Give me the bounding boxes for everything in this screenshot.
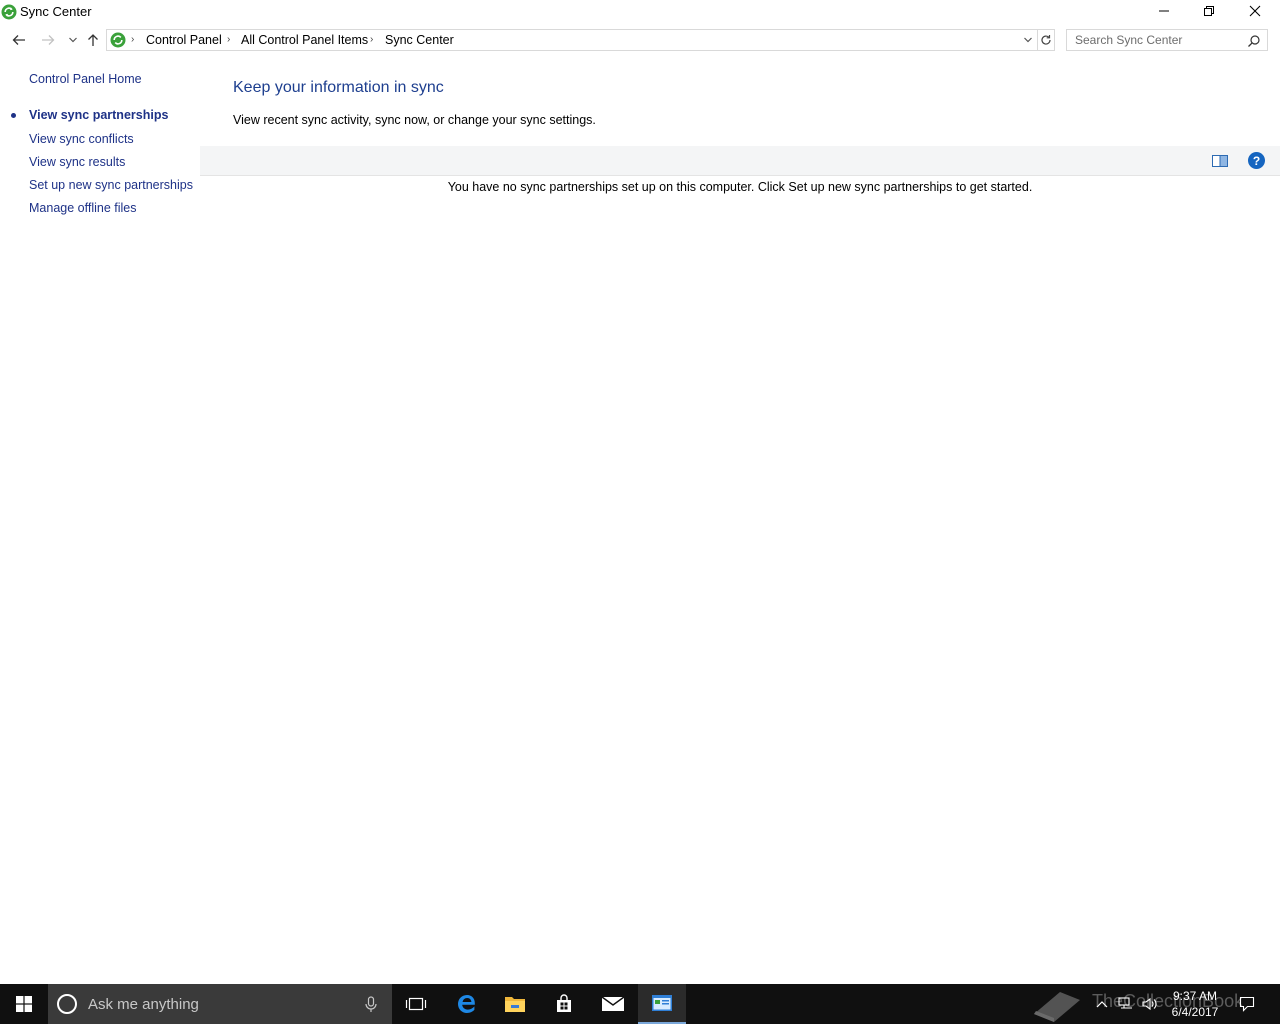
store-taskbar-button[interactable] [540, 984, 588, 1024]
cortana-search-box[interactable]: Ask me anything [48, 984, 392, 1024]
search-input[interactable] [1067, 30, 1245, 50]
close-button[interactable] [1232, 0, 1278, 22]
page-description: View recent sync activity, sync now, or … [233, 113, 596, 127]
mail-taskbar-button[interactable] [589, 984, 637, 1024]
show-hidden-icons-button[interactable] [1092, 984, 1112, 1024]
sync-center-window: Sync Center › Control Panel › All Contro… [0, 0, 1280, 984]
chevron-down-icon [69, 37, 77, 43]
chevron-down-icon [1024, 37, 1032, 43]
volume-icon [1142, 997, 1157, 1011]
book-icon [1034, 992, 1080, 1022]
task-view-icon [405, 997, 427, 1011]
volume-tray-button[interactable] [1139, 984, 1161, 1024]
navigation-bar: › Control Panel › All Control Panel Item… [0, 28, 1280, 52]
sidebar-item-view-sync-partnerships[interactable]: View sync partnerships [29, 108, 168, 122]
title-bar: Sync Center [0, 0, 1280, 24]
mail-icon [601, 996, 625, 1011]
arrow-left-icon [12, 35, 25, 45]
help-button[interactable]: ? [1248, 152, 1265, 169]
sidebar-item-view-sync-conflicts[interactable]: View sync conflicts [29, 132, 134, 146]
forward-button[interactable] [38, 30, 58, 50]
refresh-button[interactable] [1038, 29, 1055, 51]
address-bar[interactable]: › Control Panel › All Control Panel Item… [106, 29, 1038, 51]
restore-icon [1204, 6, 1214, 16]
clock-time: 9:37 AM [1172, 989, 1218, 1003]
refresh-icon [1041, 35, 1051, 45]
microphone-icon[interactable] [361, 994, 381, 1014]
control-panel-home-link[interactable]: Control Panel Home [29, 72, 142, 86]
taskbar: Ask me anything TheCollectionBook 9:37 A… [0, 984, 1280, 1024]
preview-pane-button[interactable] [1211, 153, 1229, 169]
cortana-icon [57, 994, 77, 1014]
sidebar-item-view-sync-results[interactable]: View sync results [29, 155, 125, 169]
network-tray-button[interactable] [1115, 984, 1137, 1024]
recent-locations-button[interactable] [63, 30, 83, 50]
empty-state-message: You have no sync partnerships set up on … [447, 180, 1033, 194]
store-icon [557, 994, 571, 1012]
search-box[interactable] [1066, 29, 1268, 51]
command-toolbar: ? [200, 146, 1280, 176]
restore-button[interactable] [1186, 0, 1232, 22]
clock[interactable]: 9:37 AM 6/4/2017 [1160, 988, 1230, 1020]
breadcrumb-separator-icon[interactable]: › [227, 34, 230, 45]
chevron-up-icon [1096, 1001, 1108, 1008]
clock-date: 6/4/2017 [1171, 1005, 1219, 1019]
search-icon[interactable] [1247, 34, 1261, 48]
minimize-button[interactable] [1141, 0, 1187, 22]
sidebar-item-manage-offline-files[interactable]: Manage offline files [29, 201, 136, 215]
action-center-button[interactable] [1234, 984, 1260, 1024]
control-panel-taskbar-button[interactable] [638, 984, 686, 1024]
sync-center-icon [110, 32, 126, 48]
breadcrumb-control-panel[interactable]: Control Panel [146, 33, 222, 47]
page-title: Keep your information in sync [233, 79, 444, 96]
breadcrumb-sync-center[interactable]: Sync Center [385, 33, 454, 47]
address-dropdown-button[interactable] [1021, 33, 1035, 47]
back-button[interactable] [9, 30, 29, 50]
up-button[interactable] [83, 30, 103, 50]
breadcrumb-separator-icon[interactable]: › [131, 34, 134, 45]
control-panel-icon [652, 995, 672, 1011]
edge-icon [458, 995, 475, 1013]
file-explorer-icon [505, 997, 525, 1012]
close-icon [1249, 5, 1261, 17]
edge-taskbar-button[interactable] [443, 984, 491, 1024]
network-icon [1118, 997, 1132, 1009]
breadcrumb-separator-icon[interactable]: › [370, 34, 373, 45]
start-button[interactable] [0, 984, 48, 1024]
cortana-placeholder: Ask me anything [88, 996, 199, 1013]
preview-pane-icon [1212, 155, 1228, 167]
sync-center-icon [1, 4, 17, 20]
arrow-up-icon [88, 34, 98, 46]
current-page-bullet-icon [11, 113, 16, 118]
sidebar-item-set-up-new-sync-partnerships[interactable]: Set up new sync partnerships [29, 178, 193, 192]
file-explorer-taskbar-button[interactable] [491, 984, 539, 1024]
arrow-right-icon [42, 35, 55, 45]
notifications-icon [1239, 996, 1255, 1012]
minimize-icon [1159, 10, 1169, 12]
breadcrumb-all-items[interactable]: All Control Panel Items [241, 33, 368, 47]
window-title: Sync Center [20, 4, 92, 19]
task-view-button[interactable] [392, 984, 440, 1024]
windows-logo-icon [16, 996, 32, 1012]
